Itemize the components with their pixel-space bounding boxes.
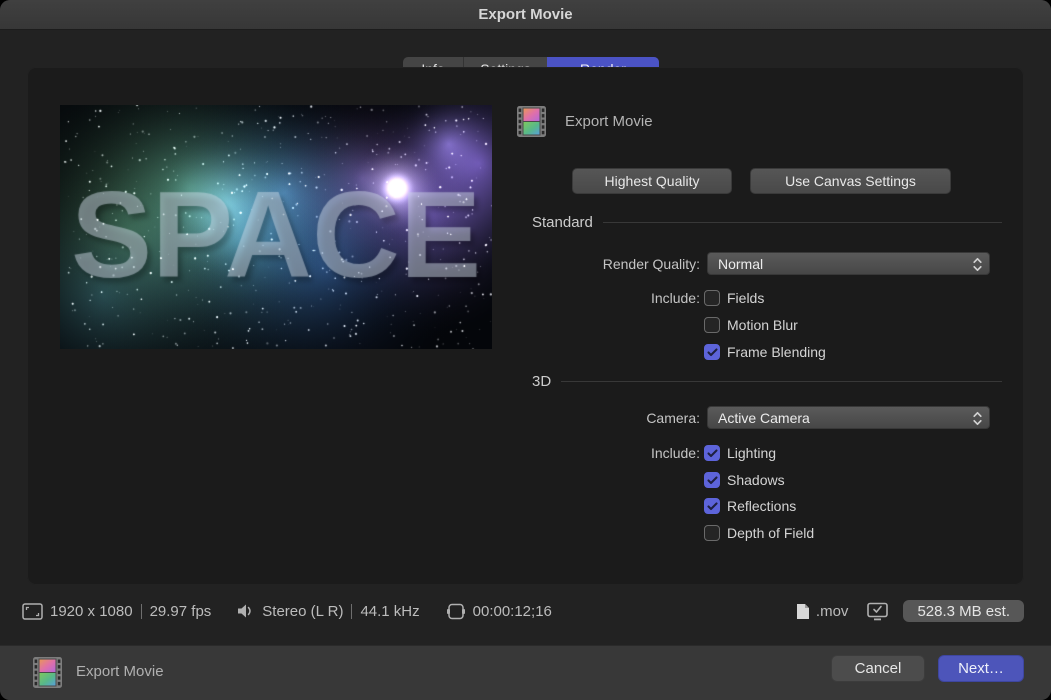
highest-quality-button[interactable]: Highest Quality [572,168,732,194]
status-separator [141,604,142,619]
frame-duration-icon [446,603,466,620]
section-3d: 3D [532,372,1002,390]
movie-preview [60,105,492,349]
film-strip-icon [33,657,62,688]
camera-select[interactable]: Active Camera [707,406,990,429]
checkbox-row-frame-blending: Frame Blending [704,343,826,361]
space-preview-image [60,105,492,349]
render-quality-value: Normal [718,256,763,272]
checkbox-row-lighting: Lighting [704,444,776,462]
reflections-label: Reflections [727,498,796,514]
fields-checkbox[interactable] [704,290,720,306]
depth-of-field-label: Depth of Field [727,525,814,541]
checkbox-row-motion-blur: Motion Blur [704,316,798,334]
section-standard-title: Standard [532,214,593,231]
stepper-icon [972,256,983,273]
shadows-label: Shadows [727,472,785,488]
stepper-icon [972,410,983,427]
status-fps: 29.97 fps [150,603,212,620]
section-standard: Standard [532,213,1002,231]
section-3d-title: 3D [532,373,551,390]
cancel-button[interactable]: Cancel [831,655,925,682]
export-movie-dialog: Export Movie Info Settings Render [0,0,1051,700]
shadows-checkbox[interactable] [704,472,720,488]
status-timecode: 00:00:12;16 [473,603,552,620]
frame-blending-label: Frame Blending [727,344,826,360]
reflections-checkbox[interactable] [704,498,720,514]
motion-blur-label: Motion Blur [727,317,798,333]
status-audio: Stereo (L R) [262,603,343,620]
camera-label: Camera: [505,406,700,429]
checkbox-row-shadows: Shadows [704,471,785,489]
panel-header: Export Movie [517,106,653,137]
panel-title: Export Movie [565,113,653,130]
status-resolution: 1920 x 1080 [50,603,133,620]
depth-of-field-checkbox[interactable] [704,525,720,541]
standard-include-label: Include: [505,289,700,307]
status-bar-right: .mov 528.3 MB est. [796,599,1024,623]
fields-label: Fields [727,290,764,306]
3d-include-label: Include: [505,444,700,462]
checkbox-row-depth-of-field: Depth of Field [704,524,814,542]
speaker-icon [237,603,255,619]
checkbox-row-fields: Fields [704,289,764,307]
use-canvas-settings-button[interactable]: Use Canvas Settings [750,168,951,194]
lighting-label: Lighting [727,445,776,461]
render-quality-label: Render Quality: [505,252,700,275]
document-icon [796,603,810,620]
size-estimate-badge: 528.3 MB est. [903,600,1024,622]
checkbox-row-reflections: Reflections [704,497,796,515]
section-divider [561,381,1002,382]
status-bar: 1920 x 1080 29.97 fps Stereo (L R) 44.1 … [22,599,552,623]
camera-value: Active Camera [718,410,810,426]
display-check-icon[interactable] [866,602,889,621]
footer-title: Export Movie [76,663,164,680]
status-sample-rate: 44.1 kHz [360,603,419,620]
motion-blur-checkbox[interactable] [704,317,720,333]
render-quality-select[interactable]: Normal [707,252,990,275]
film-strip-icon [517,106,546,137]
status-separator [351,604,352,619]
window-titlebar[interactable]: Export Movie [0,0,1051,30]
footer-bar: Export Movie Cancel Next… [0,645,1051,700]
size-estimate-value: 528.3 MB est. [917,603,1010,620]
section-divider [603,222,1002,223]
lighting-checkbox[interactable] [704,445,720,461]
resolution-icon [22,603,43,620]
window-title: Export Movie [478,6,572,23]
status-format: .mov [816,603,849,620]
frame-blending-checkbox[interactable] [704,344,720,360]
next-button[interactable]: Next… [938,655,1024,682]
